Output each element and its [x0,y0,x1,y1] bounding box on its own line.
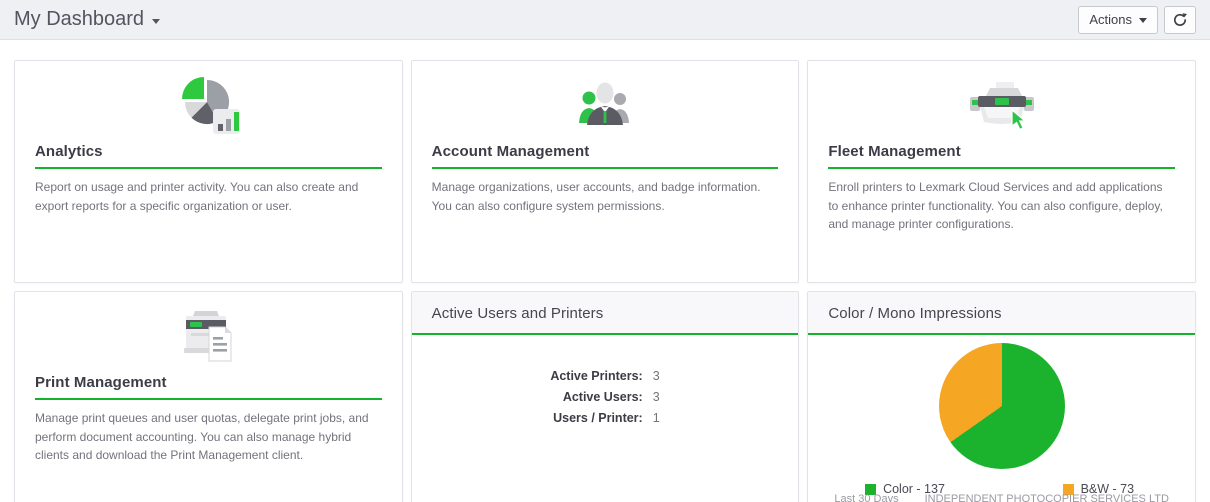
chevron-down-icon [152,18,161,24]
pie-chart [938,343,1065,469]
stat-value-users-per-printer: 1 [652,411,660,425]
refresh-icon [1173,12,1187,26]
fleet-icon-wrap [808,61,1195,139]
card-analytics[interactable]: Analytics Report on usage and printer ac… [14,60,403,283]
dashboard-selector[interactable]: My Dashboard [14,8,161,31]
analytics-icon [182,77,241,134]
pie-area: Color - 137 B&W - 73 [808,335,1195,496]
widget-title-active: Active Users and Printers [411,292,799,335]
users-icon [578,82,629,125]
widget-title-impressions: Color / Mono Impressions [808,292,1195,335]
card-grid: Analytics Report on usage and printer ac… [14,60,1196,502]
account-icon-wrap [412,61,799,139]
actions-button[interactable]: Actions [1078,5,1158,34]
card-title-account: Account Management [431,143,779,169]
top-bar: My Dashboard Actions [0,0,1210,40]
stat-value-active-users: 3 [652,390,660,404]
card-print-management[interactable]: Print Management Manage print queues and… [14,291,403,502]
widget-color-mono-impressions: Color / Mono Impressions Color - 137 B&W… [807,291,1196,502]
page-title: My Dashboard [14,8,145,30]
refresh-button[interactable] [1164,5,1196,34]
card-fleet-management[interactable]: Fleet Management Enroll printers to Lexm… [807,60,1196,283]
card-title-print: Print Management [35,374,382,400]
card-title-analytics: Analytics [35,143,382,169]
dashboard-page: My Dashboard Actions Analytics Report on… [0,0,1210,502]
widget-footer: Last 30 Days INDEPENDENT PHOTOCOPIER SER… [808,493,1195,502]
stat-label-active-printers: Active Printers: [550,369,643,383]
widget-active-users-printers: Active Users and Printers Active Printer… [410,291,800,502]
card-title-fleet: Fleet Management [828,143,1175,169]
printer-cursor-icon [969,82,1034,131]
widget-body-impressions: Color - 137 B&W - 73 Last 30 Days INDEPE… [808,335,1195,502]
actions-button-label: Actions [1089,12,1132,27]
card-desc-print: Manage print queues and user quotas, del… [35,411,369,463]
stats-list: Active Printers: 3 Active Users: 3 Users… [550,369,659,425]
stat-value-active-printers: 3 [652,369,660,383]
analytics-icon-wrap [15,61,402,139]
print-icon-wrap [15,292,402,370]
printer-document-icon [184,311,232,362]
stat-label-users-per-printer: Users / Printer: [553,411,643,425]
card-desc-fleet: Enroll printers to Lexmark Cloud Service… [828,180,1163,232]
card-desc-analytics: Report on usage and printer activity. Yo… [35,180,359,213]
footer-period: Last 30 Days [834,493,899,502]
chevron-down-icon [1139,18,1147,23]
footer-organization: INDEPENDENT PHOTOCOPIER SERVICES LTD [924,493,1169,502]
card-desc-account: Manage organizations, user accounts, and… [431,180,761,213]
card-account-management[interactable]: Account Management Manage organizations,… [410,60,800,283]
topbar-actions: Actions [1078,5,1196,34]
widget-body-active: Active Printers: 3 Active Users: 3 Users… [412,369,799,502]
stat-label-active-users: Active Users: [562,390,643,404]
